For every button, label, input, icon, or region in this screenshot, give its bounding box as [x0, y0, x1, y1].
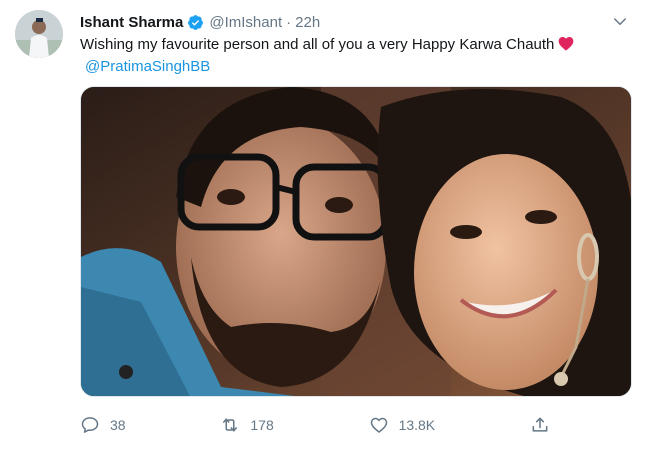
like-button[interactable]: 13.8K [369, 415, 436, 435]
reply-count: 38 [110, 417, 126, 433]
mention-link[interactable]: @PratimaSinghBB [80, 56, 630, 78]
reply-button[interactable]: 38 [80, 415, 126, 435]
couple-selfie-image [81, 87, 631, 396]
separator-dot: · [286, 13, 292, 31]
retweet-icon [223, 418, 238, 432]
author-name[interactable]: Ishant Sharma [80, 14, 183, 31]
like-count: 13.8K [398, 417, 436, 433]
tweet-card[interactable]: Ishant Sharma @ImIshant · 22h Wishing my… [0, 0, 649, 450]
share-icon [532, 417, 548, 432]
retweet-count: 178 [250, 417, 274, 433]
verified-badge-icon [187, 14, 204, 31]
avatar[interactable] [15, 10, 63, 58]
avatar-image [15, 10, 63, 58]
reply-icon [81, 417, 99, 433]
retweet-button[interactable]: 178 [220, 415, 274, 435]
tweet-timestamp[interactable]: 22h [295, 14, 320, 31]
tweet-photo[interactable] [80, 86, 632, 397]
tweet-header: Ishant Sharma @ImIshant · 22h [80, 11, 629, 33]
heart-icon [370, 417, 387, 433]
author-handle[interactable]: @ImIshant [209, 14, 282, 31]
tweet-text: Wishing my favourite person and all of y… [80, 34, 630, 78]
share-button[interactable] [530, 415, 550, 435]
tweet-body: Wishing my favourite person and all of y… [80, 36, 555, 53]
tweet-actions: 38 178 13.8K [80, 412, 550, 438]
heart-emoji-icon [558, 36, 574, 51]
chevron-down-icon[interactable] [611, 13, 629, 31]
